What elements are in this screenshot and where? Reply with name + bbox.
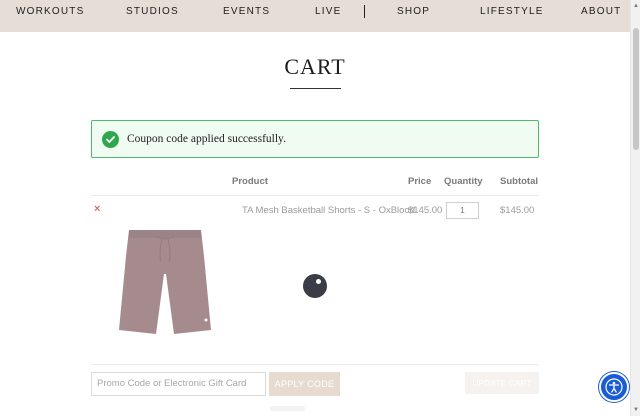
- page-title: CART: [284, 54, 346, 79]
- table-bottom-divider: [91, 364, 539, 365]
- scroll-up-arrow-icon[interactable]: ▲: [632, 2, 640, 10]
- product-thumbnail-shorts[interactable]: [112, 226, 218, 338]
- spinner-dot: [316, 279, 321, 284]
- product-name-link[interactable]: TA Mesh Basketball Shorts - S - OxBlood: [242, 205, 415, 216]
- scroll-thumb[interactable]: [633, 28, 639, 150]
- scroll-down-arrow-icon[interactable]: ▼: [632, 406, 640, 414]
- product-price: $145.00: [408, 205, 443, 216]
- nav-item-live[interactable]: LIVE: [315, 6, 341, 17]
- column-header-quantity: Quantity: [444, 176, 483, 187]
- apply-code-button[interactable]: APPLY CODE: [269, 372, 340, 396]
- header-divider: [91, 195, 539, 196]
- page-scrollbar[interactable]: ▲ ▼: [630, 0, 640, 416]
- column-header-product: Product: [232, 176, 268, 187]
- loading-spinner-icon: [303, 274, 327, 298]
- success-notice: Coupon code applied successfully.: [91, 120, 539, 158]
- cart-page: WORKOUTS STUDIOS EVENTS LIVE SHOP LIFEST…: [0, 0, 640, 416]
- top-nav: WORKOUTS STUDIOS EVENTS LIVE SHOP LIFEST…: [0, 0, 630, 32]
- title-underline: [290, 88, 341, 89]
- notice-text: Coupon code applied successfully.: [127, 133, 286, 145]
- nav-item-studios[interactable]: STUDIOS: [126, 6, 179, 17]
- nav-divider: [364, 5, 365, 18]
- quantity-input[interactable]: 1: [446, 202, 479, 219]
- accessibility-button[interactable]: [599, 372, 629, 402]
- nav-item-events[interactable]: EVENTS: [223, 6, 270, 17]
- column-header-subtotal: Subtotal: [500, 176, 538, 187]
- check-circle-icon: [102, 131, 119, 148]
- promo-code-input[interactable]: Promo Code or Electronic Gift Card: [91, 372, 266, 396]
- product-subtotal: $145.00: [500, 205, 535, 216]
- update-cart-button[interactable]: UPDATE CART: [465, 372, 539, 394]
- accessibility-icon: [605, 378, 623, 396]
- nav-item-workouts[interactable]: WORKOUTS: [16, 6, 85, 17]
- faint-element: [270, 406, 305, 411]
- column-header-price: Price: [408, 176, 432, 187]
- remove-item-button[interactable]: ×: [94, 203, 100, 215]
- nav-item-about[interactable]: ABOUT: [581, 6, 621, 17]
- nav-item-shop[interactable]: SHOP: [397, 6, 430, 17]
- nav-item-lifestyle[interactable]: LIFESTYLE: [480, 6, 544, 17]
